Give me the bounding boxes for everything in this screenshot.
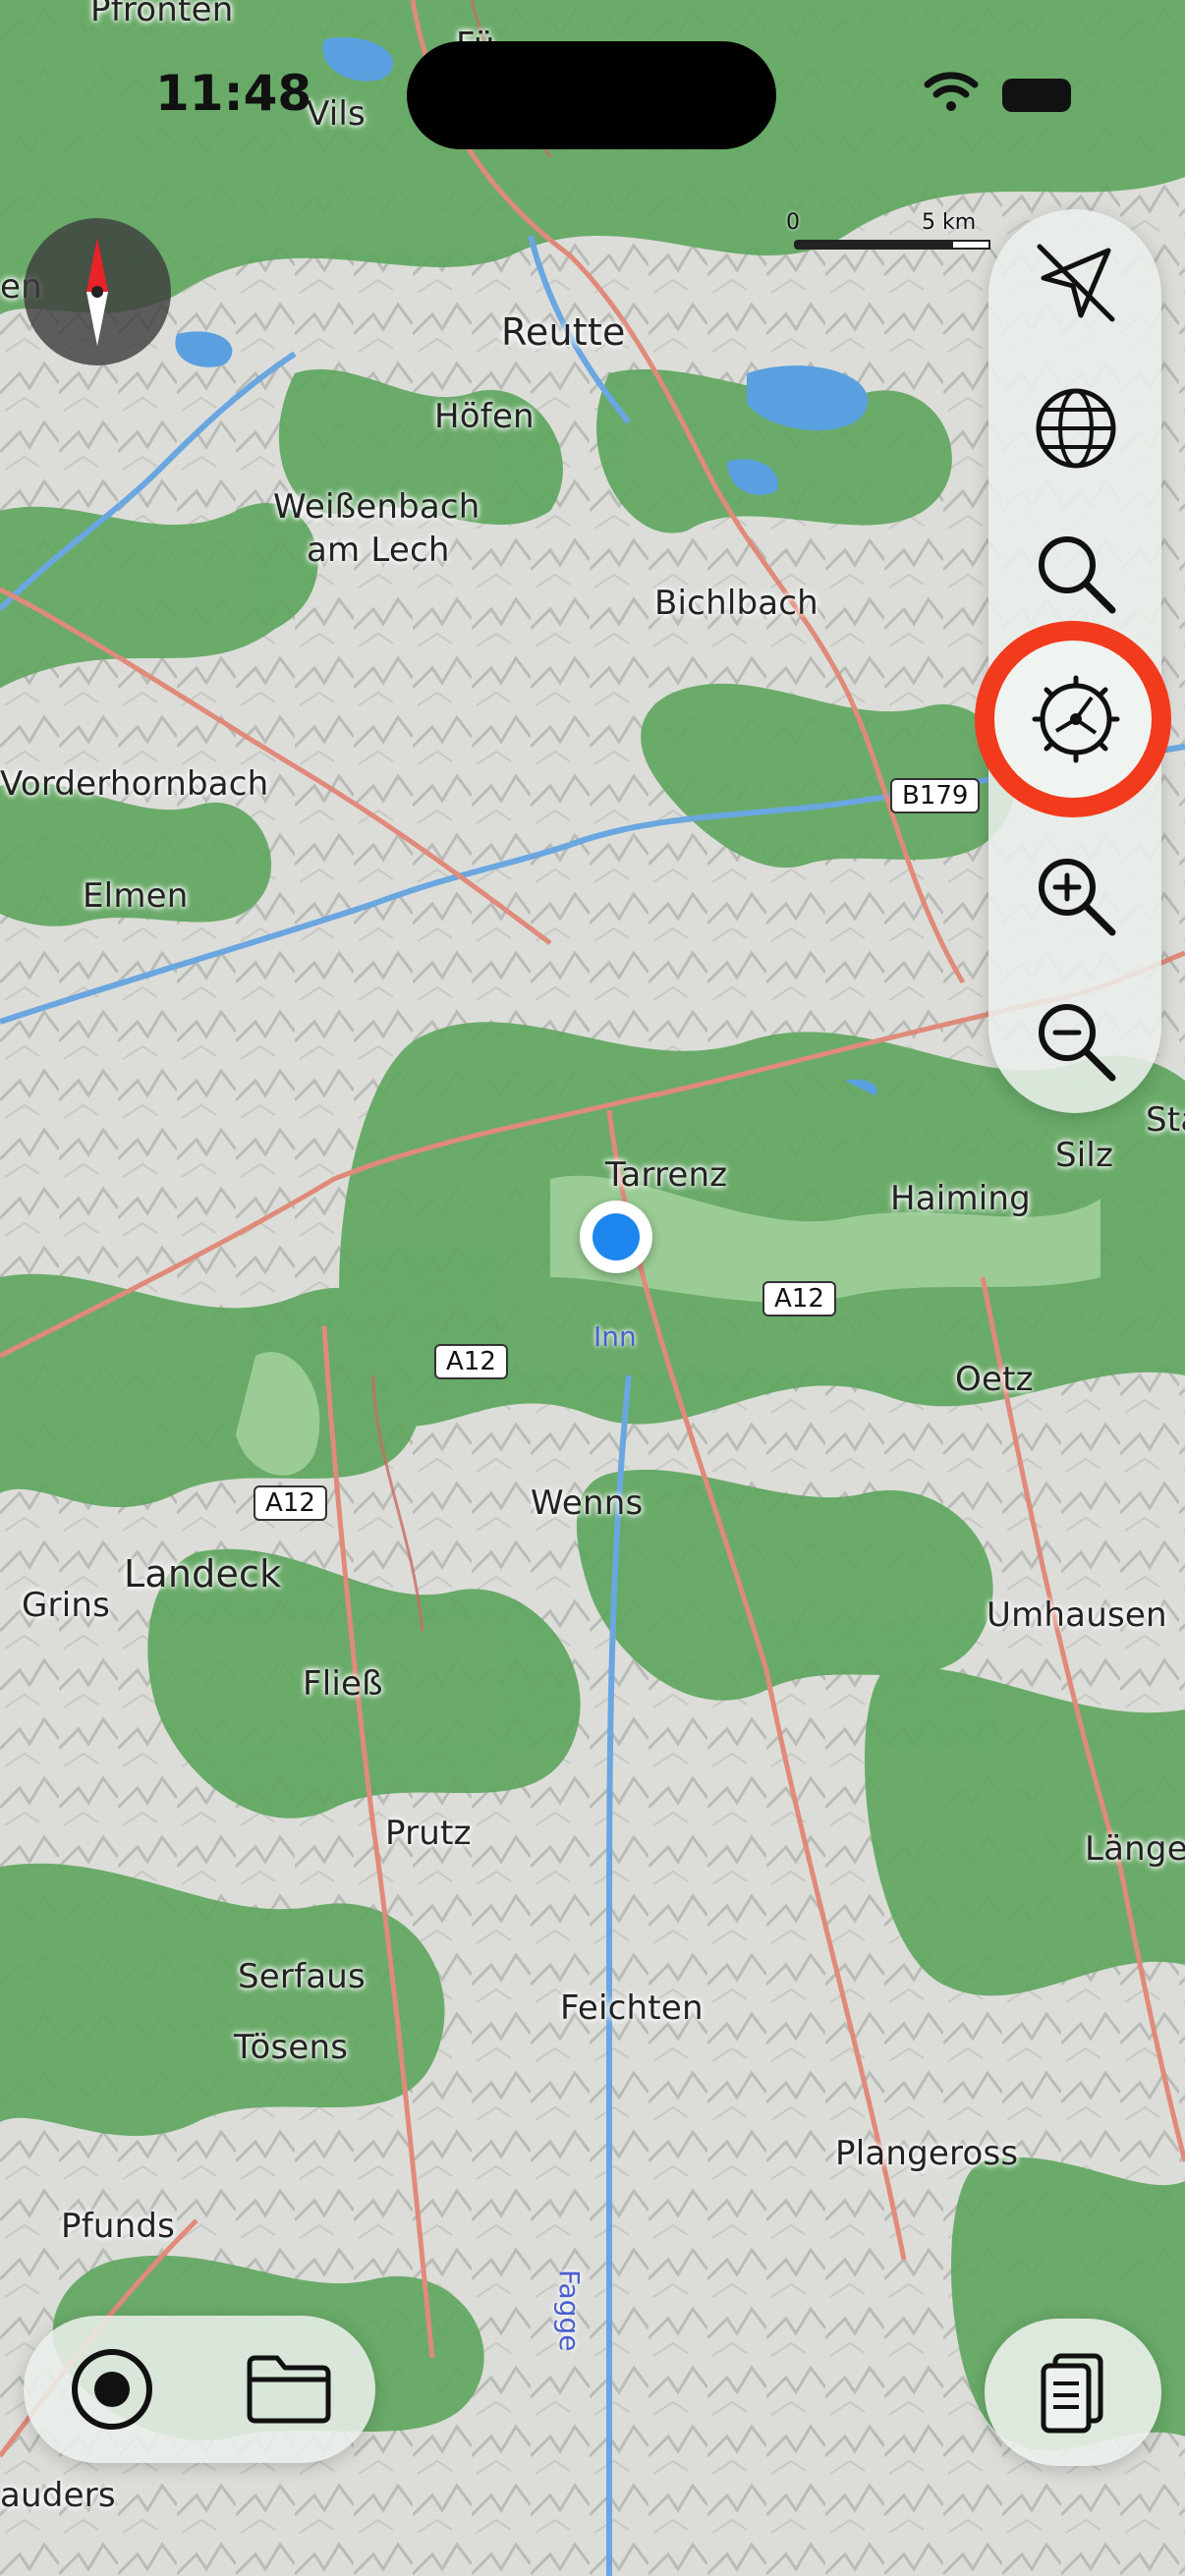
location-arrow-button[interactable] xyxy=(1002,214,1150,352)
road-shield: A12 xyxy=(762,1281,836,1316)
place-label: Länge xyxy=(1085,1829,1185,1869)
place-label: Bichlbach xyxy=(654,584,818,623)
place-label: Tösens xyxy=(234,2028,349,2067)
place-label: Sta xyxy=(1146,1100,1185,1140)
road-shield: A12 xyxy=(434,1344,508,1379)
map-scale: 0 5 km xyxy=(786,210,992,259)
place-label: Pfunds xyxy=(61,2207,176,2246)
place-label: Vils xyxy=(307,94,366,134)
battery-icon xyxy=(1002,79,1071,112)
place-label: Plangeross xyxy=(835,2134,1019,2173)
place-label: Pfronten xyxy=(90,0,234,29)
wifi-icon xyxy=(924,71,979,116)
location-arrow-icon xyxy=(1037,244,1115,322)
dynamic-island xyxy=(407,41,776,149)
place-label: Vorderhornbach xyxy=(0,764,269,804)
place-label: auders xyxy=(0,2476,116,2515)
place-label: Umhausen xyxy=(987,1596,1167,1635)
place-label: Serfaus xyxy=(238,1957,366,1996)
compass-button[interactable] xyxy=(24,218,171,365)
road-shield: A12 xyxy=(254,1485,327,1521)
place-label: Höfen xyxy=(434,397,535,436)
place-label: Haiming xyxy=(890,1179,1031,1218)
place-label: Feichten xyxy=(560,1988,704,2028)
current-location-marker[interactable] xyxy=(580,1201,652,1273)
scale-bar-segment xyxy=(951,240,990,250)
folder-icon xyxy=(247,2355,331,2424)
settings-dial-icon xyxy=(1032,675,1120,763)
place-label: Silz xyxy=(1055,1136,1114,1175)
place-label: Grins xyxy=(22,1586,111,1625)
zoom-in-icon xyxy=(1039,859,1116,936)
place-label: Wenns xyxy=(531,1484,644,1523)
zoom-out-icon xyxy=(1039,1004,1116,1082)
globe-icon xyxy=(1036,388,1116,469)
place-label: Weißenbach xyxy=(273,487,480,527)
place-label: Reutte xyxy=(501,310,626,354)
globe-button[interactable] xyxy=(1002,360,1150,497)
status-time: 11:48 xyxy=(155,65,312,122)
river-label: Fagge xyxy=(553,2269,586,2352)
place-label: Elmen xyxy=(83,876,189,916)
zoom-out-button[interactable] xyxy=(1002,973,1150,1110)
record-button[interactable] xyxy=(53,2324,171,2454)
settings-dial-button[interactable] xyxy=(1002,650,1150,788)
scale-end-label: 5 km xyxy=(922,210,977,235)
compass-icon xyxy=(86,238,108,346)
river-label: Inn xyxy=(593,1320,637,1353)
search-icon xyxy=(1039,536,1116,614)
place-label: Oetz xyxy=(955,1360,1034,1399)
record-icon xyxy=(72,2349,152,2430)
documents-button[interactable] xyxy=(985,2319,1161,2466)
documents-icon-wrap xyxy=(985,2319,1161,2466)
place-label: Landeck xyxy=(124,1552,282,1596)
zoom-in-button[interactable] xyxy=(1002,827,1150,965)
documents-icon xyxy=(1041,2353,1103,2434)
scale-start-label: 0 xyxy=(786,210,800,235)
place-label: Tarrenz xyxy=(605,1155,728,1195)
place-label: Prutz xyxy=(385,1814,472,1853)
folder-button[interactable] xyxy=(228,2324,350,2454)
place-label: Fließ xyxy=(303,1664,383,1704)
place-label: am Lech xyxy=(307,531,450,570)
road-shield: B179 xyxy=(890,778,981,813)
